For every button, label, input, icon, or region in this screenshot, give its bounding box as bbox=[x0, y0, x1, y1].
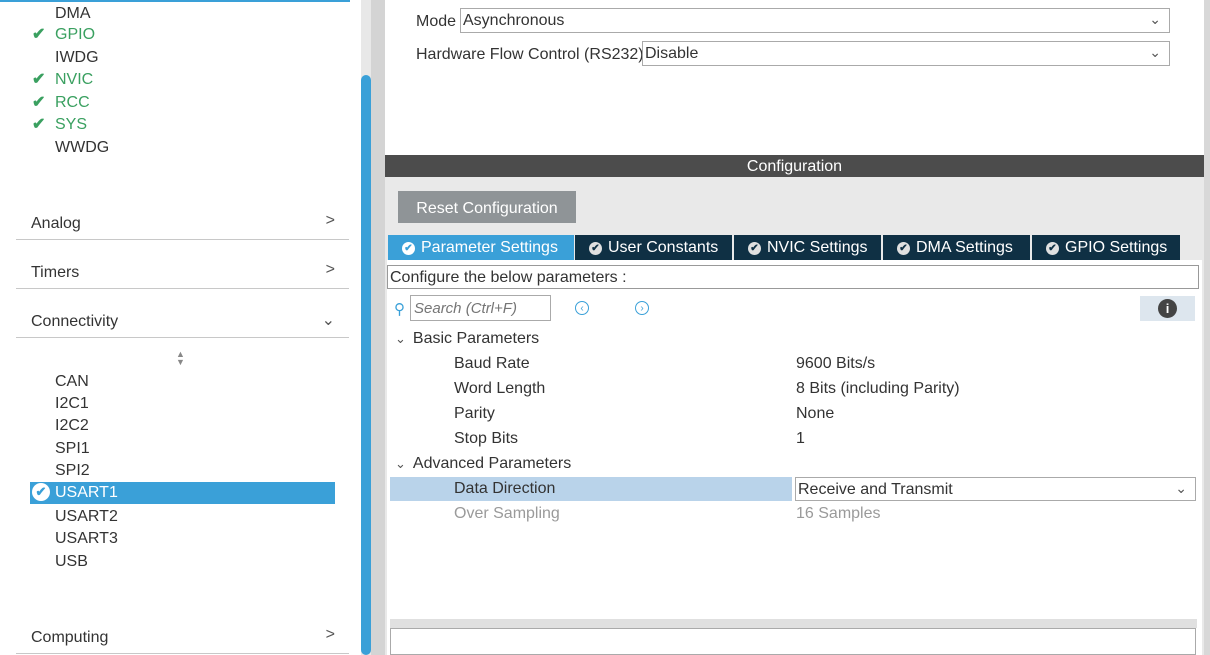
category-label: Computing bbox=[31, 629, 109, 646]
tab-label: DMA Settings bbox=[916, 239, 1013, 256]
param-name-stop-bits: Stop Bits bbox=[454, 430, 519, 447]
chevron-right-icon: > bbox=[325, 212, 335, 229]
selected-param-row-highlight bbox=[390, 477, 792, 501]
next-match-icon[interactable]: › bbox=[635, 301, 649, 315]
tree-item-iwdg[interactable]: IWDG bbox=[55, 48, 99, 68]
description-splitter[interactable] bbox=[390, 619, 1197, 628]
previous-match-icon[interactable]: ‹ bbox=[575, 301, 589, 315]
description-panel bbox=[390, 628, 1196, 655]
check-icon: ✔ bbox=[32, 116, 46, 133]
tab-label: User Constants bbox=[608, 239, 719, 256]
tab-nvic-settings[interactable]: ✔ NVIC Settings bbox=[734, 235, 881, 260]
param-value-stop-bits[interactable]: 1 bbox=[796, 430, 805, 448]
check-circle-icon: ✔ bbox=[748, 242, 761, 255]
param-name-word-length: Word Length bbox=[454, 380, 546, 397]
chevron-down-icon: ⌄ bbox=[321, 312, 335, 329]
chevron-down-icon: ⌄ bbox=[1149, 11, 1161, 27]
category-computing[interactable]: Computing > bbox=[16, 621, 349, 654]
search-icon: ⚲ bbox=[394, 301, 405, 318]
tab-label: Parameter Settings bbox=[421, 239, 558, 256]
param-name-data-direction: Data Direction bbox=[454, 480, 556, 497]
param-value-parity[interactable]: None bbox=[796, 405, 834, 423]
info-button[interactable]: i bbox=[1140, 296, 1195, 321]
tree-item-wwdg[interactable]: WWDG bbox=[55, 138, 109, 158]
check-icon: ✔ bbox=[32, 26, 46, 43]
param-value-word-length[interactable]: 8 Bits (including Parity) bbox=[796, 380, 960, 398]
param-value-over-sampling: 16 Samples bbox=[796, 505, 881, 522]
check-circle-icon: ✔ bbox=[589, 242, 602, 255]
configure-hint: Configure the below parameters : bbox=[387, 265, 1199, 289]
flow-control-select[interactable]: Disable ⌄ bbox=[642, 41, 1170, 66]
flow-control-label: Hardware Flow Control (RS232) bbox=[416, 46, 644, 63]
check-icon: ✔ bbox=[32, 94, 46, 111]
data-direction-select[interactable]: Receive and Transmit ⌄ bbox=[795, 477, 1196, 501]
chevron-down-icon: ⌄ bbox=[1149, 44, 1161, 60]
tree-item-usb[interactable]: USB bbox=[55, 552, 88, 572]
group-advanced-parameters[interactable]: ⌄ Advanced Parameters bbox=[395, 455, 571, 473]
left-scrollbar-thumb[interactable] bbox=[361, 75, 371, 655]
tree-item-gpio[interactable]: GPIO bbox=[55, 25, 95, 45]
tab-gpio-settings[interactable]: ✔ GPIO Settings bbox=[1032, 235, 1180, 260]
category-label: Connectivity bbox=[31, 313, 119, 330]
mode-select-value: Asynchronous bbox=[463, 12, 565, 29]
tree-item-nvic[interactable]: NVIC bbox=[55, 70, 93, 90]
tree-item-dma[interactable]: DMA bbox=[55, 4, 91, 24]
category-timers[interactable]: Timers > bbox=[16, 256, 349, 289]
tree-item-usart1[interactable]: ✔ USART1 bbox=[30, 482, 335, 504]
check-circle-icon: ✔ bbox=[402, 242, 415, 255]
param-name-over-sampling: Over Sampling bbox=[454, 505, 560, 522]
peripheral-tree-panel: DMA ✔ GPIO IWDG ✔ NVIC ✔ RCC ✔ SYS WWDG … bbox=[0, 0, 360, 655]
tab-parameter-settings[interactable]: ✔ Parameter Settings bbox=[388, 235, 574, 260]
configure-hint-text: Configure the below parameters : bbox=[390, 269, 627, 286]
param-name-baud-rate: Baud Rate bbox=[454, 355, 530, 372]
reset-configuration-button[interactable]: Reset Configuration bbox=[398, 191, 576, 223]
tab-user-constants[interactable]: ✔ User Constants bbox=[575, 235, 732, 260]
group-label: Basic Parameters bbox=[412, 330, 540, 347]
chevron-right-icon: > bbox=[325, 261, 335, 278]
right-scrollbar[interactable] bbox=[1204, 0, 1210, 655]
search-input[interactable] bbox=[410, 295, 551, 321]
group-label: Advanced Parameters bbox=[412, 455, 572, 472]
chevron-down-icon: ⌄ bbox=[395, 456, 406, 471]
category-label: Analog bbox=[31, 215, 81, 232]
check-circle-icon: ✔ bbox=[1046, 242, 1059, 255]
check-circle-icon: ✔ bbox=[32, 483, 50, 501]
tree-item-can[interactable]: CAN bbox=[55, 372, 89, 392]
check-icon: ✔ bbox=[32, 71, 46, 88]
group-basic-parameters[interactable]: ⌄ Basic Parameters bbox=[395, 330, 539, 348]
tree-item-i2c1[interactable]: I2C1 bbox=[55, 394, 89, 414]
configuration-header: Configuration bbox=[385, 155, 1204, 177]
mode-select[interactable]: Asynchronous ⌄ bbox=[460, 8, 1170, 33]
category-connectivity[interactable]: Connectivity ⌄ bbox=[16, 305, 349, 338]
tab-label: GPIO Settings bbox=[1065, 239, 1168, 256]
check-circle-icon: ✔ bbox=[897, 242, 910, 255]
info-icon: i bbox=[1158, 299, 1177, 318]
tree-item-usart2[interactable]: USART2 bbox=[55, 507, 118, 527]
flow-control-value: Disable bbox=[645, 45, 699, 62]
category-analog[interactable]: Analog > bbox=[16, 207, 349, 240]
tab-dma-settings[interactable]: ✔ DMA Settings bbox=[883, 235, 1030, 260]
tree-item-sys[interactable]: SYS bbox=[55, 115, 87, 135]
tree-item-rcc[interactable]: RCC bbox=[55, 93, 90, 113]
data-direction-value: Receive and Transmit bbox=[798, 481, 953, 498]
tab-label: NVIC Settings bbox=[767, 239, 868, 256]
chevron-down-icon: ⌄ bbox=[395, 331, 406, 346]
tree-item-usart3[interactable]: USART3 bbox=[55, 529, 118, 549]
param-value-baud-rate[interactable]: 9600 Bits/s bbox=[796, 355, 875, 373]
tree-item-spi2[interactable]: SPI2 bbox=[55, 461, 90, 481]
chevron-down-icon: ⌄ bbox=[1175, 480, 1187, 496]
sort-icon[interactable]: ▲ ▼ bbox=[176, 350, 185, 367]
mode-label: Mode bbox=[416, 13, 457, 30]
panel-top-accent bbox=[0, 0, 350, 2]
tree-item-spi1[interactable]: SPI1 bbox=[55, 439, 90, 459]
chevron-right-icon: > bbox=[325, 626, 335, 643]
tree-item-label: USART1 bbox=[55, 484, 118, 501]
panel-splitter[interactable] bbox=[371, 0, 385, 655]
tree-item-i2c2[interactable]: I2C2 bbox=[55, 416, 89, 436]
category-label: Timers bbox=[31, 264, 80, 281]
param-name-parity: Parity bbox=[454, 405, 495, 422]
